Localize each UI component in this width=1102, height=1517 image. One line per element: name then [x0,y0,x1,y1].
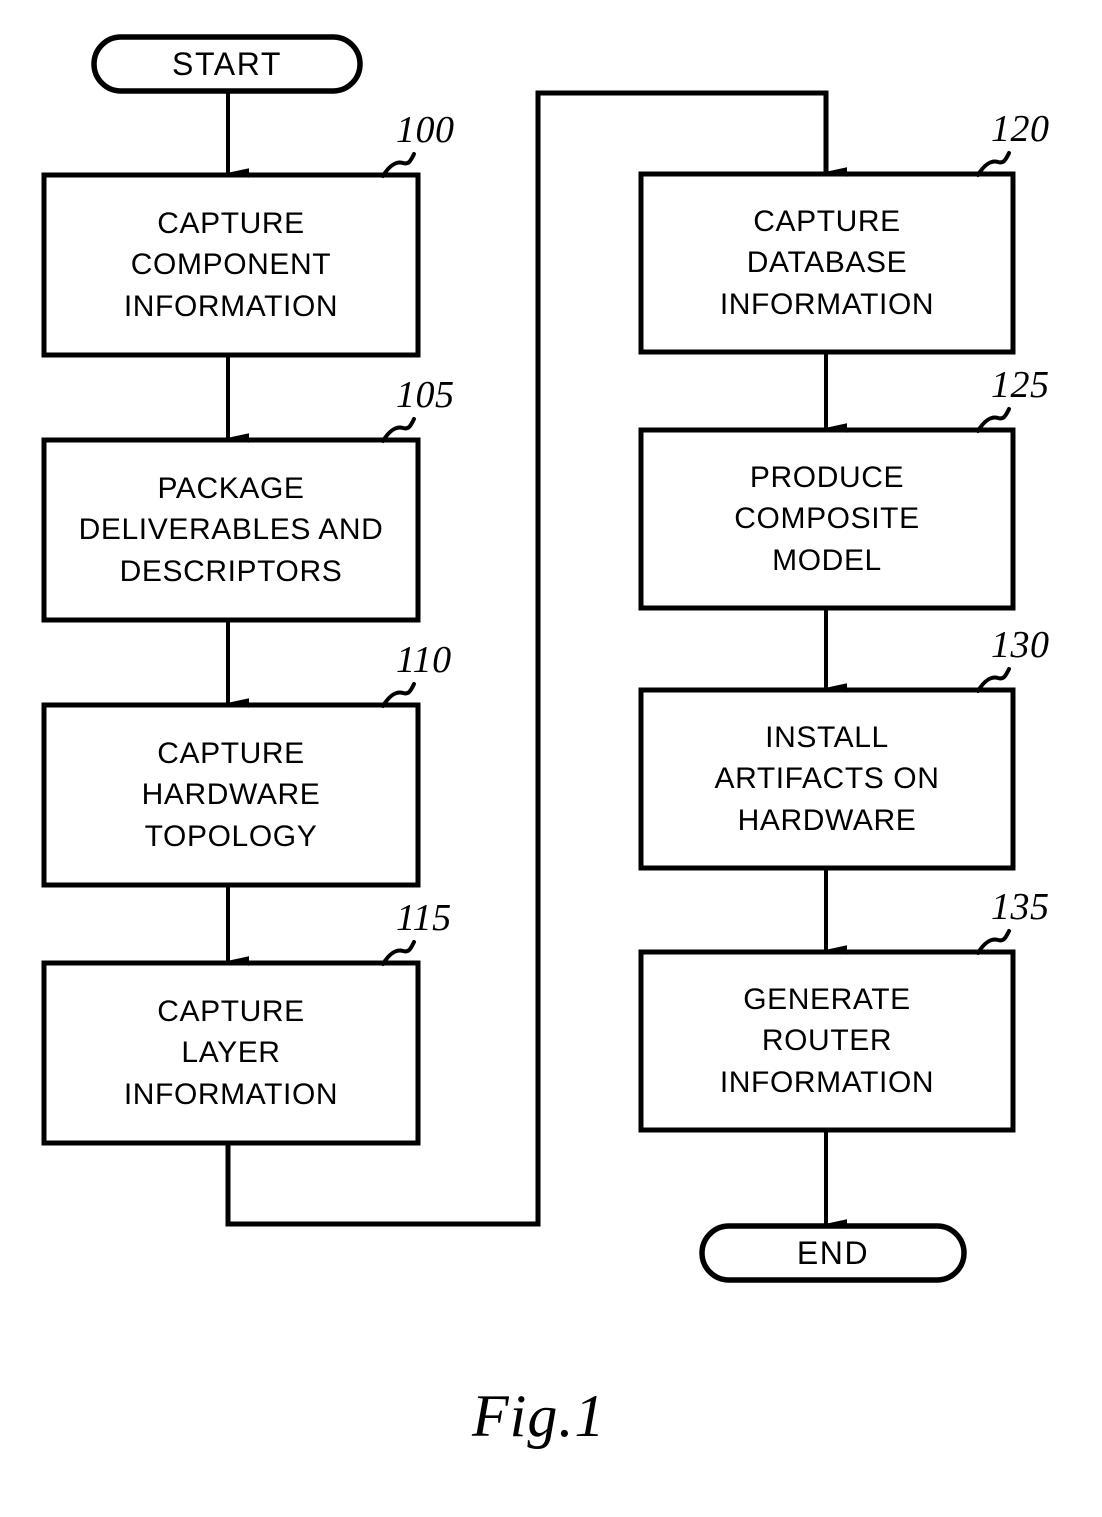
process-box-115 [41,960,421,1146]
process-box-100 [41,172,421,358]
patent-figure: START END CAPTURE COMPONENT INFORMATION … [0,0,1102,1517]
process-box-130 [638,687,1016,871]
process-box-110 [41,702,421,888]
terminator-start [91,34,363,94]
process-box-105 [41,437,421,623]
process-box-120 [638,171,1016,355]
terminator-end [699,1223,967,1283]
flowchart-canvas [41,34,1016,1283]
process-box-125 [638,427,1016,611]
connector-115-to-120 [225,90,847,1227]
process-box-135 [638,949,1016,1133]
